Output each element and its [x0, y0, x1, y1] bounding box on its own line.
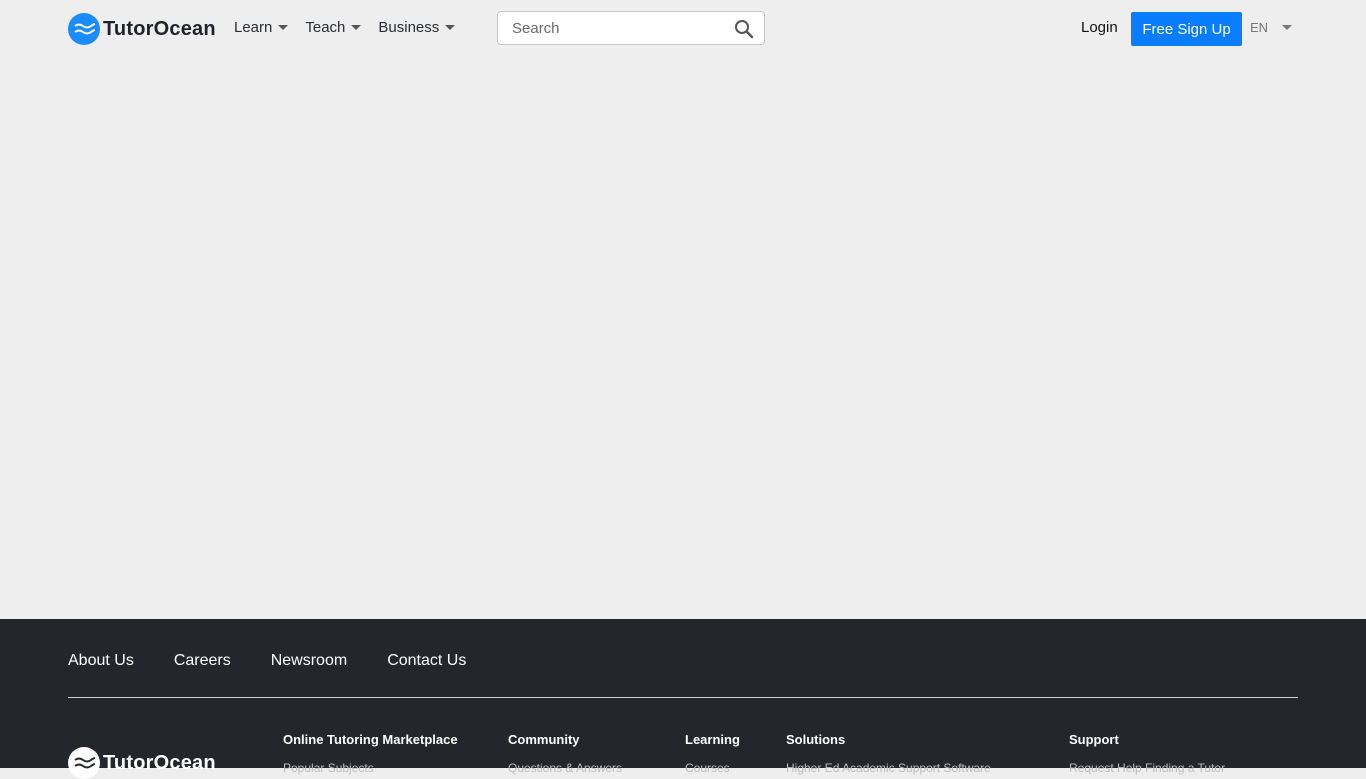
nav-teach-label: Teach — [305, 19, 346, 36]
footer-column-support: Support Request Help Finding a Tutor — [1069, 732, 1225, 775]
nav-teach[interactable]: Teach — [305, 19, 362, 36]
footer-link-contact-us[interactable]: Contact Us — [387, 652, 466, 670]
wave-logo-icon — [68, 747, 100, 779]
footer-column-title: Online Tutoring Marketplace — [283, 732, 458, 747]
footer-link-careers[interactable]: Careers — [174, 652, 231, 670]
footer-column-link[interactable]: Higher Ed Academic Support Software — [786, 761, 991, 775]
footer-column-link[interactable]: Popular Subjects — [283, 761, 458, 775]
chevron-down-icon — [351, 25, 362, 30]
footer-column-title: Community — [508, 732, 580, 747]
footer-column-link[interactable]: Questions & Answers — [508, 761, 622, 775]
nav-learn[interactable]: Learn — [234, 19, 289, 36]
footer-divider — [68, 697, 1298, 698]
footer-links: About Us Careers Newsroom Contact Us — [68, 652, 506, 670]
logo-link[interactable]: TutorOcean — [68, 13, 216, 45]
footer-link-newsroom[interactable]: Newsroom — [271, 652, 347, 670]
footer-brand-name: TutorOcean — [103, 751, 216, 774]
chevron-down-icon — [278, 25, 289, 30]
search-icon[interactable] — [734, 19, 754, 39]
login-link[interactable]: Login — [1081, 19, 1118, 36]
top-navigation-bar: TutorOcean Learn Teach Business Login Fr… — [0, 0, 1366, 58]
search-input[interactable] — [512, 12, 722, 44]
footer-logo[interactable]: TutorOcean — [68, 747, 216, 779]
chevron-down-icon — [1282, 25, 1293, 30]
language-selector[interactable]: EN — [1250, 20, 1293, 35]
nav-learn-label: Learn — [234, 19, 273, 36]
brand-name: TutorOcean — [103, 17, 216, 40]
footer-column-learning: Learning Courses — [685, 732, 740, 775]
footer-column-solutions: Solutions Higher Ed Academic Support Sof… — [786, 732, 991, 775]
footer: About Us Careers Newsroom Contact Us Tut… — [0, 619, 1366, 779]
footer-column-community: Community Questions & Answers — [508, 732, 622, 775]
nav-business[interactable]: Business — [378, 19, 456, 36]
footer-column-title: Learning — [685, 732, 740, 747]
search-box — [497, 11, 765, 45]
language-label: EN — [1250, 20, 1269, 35]
wave-logo-icon — [68, 13, 100, 45]
free-sign-up-button[interactable]: Free Sign Up — [1131, 12, 1242, 46]
footer-column-marketplace: Online Tutoring Marketplace Popular Subj… — [283, 732, 458, 775]
nav-business-label: Business — [378, 19, 440, 36]
chevron-down-icon — [445, 25, 456, 30]
footer-link-about-us[interactable]: About Us — [68, 652, 134, 670]
main-nav: Learn Teach Business — [234, 19, 472, 36]
footer-column-title: Support — [1069, 732, 1119, 747]
footer-column-title: Solutions — [786, 732, 846, 747]
footer-column-link[interactable]: Courses — [685, 761, 740, 775]
footer-column-link[interactable]: Request Help Finding a Tutor — [1069, 761, 1225, 775]
